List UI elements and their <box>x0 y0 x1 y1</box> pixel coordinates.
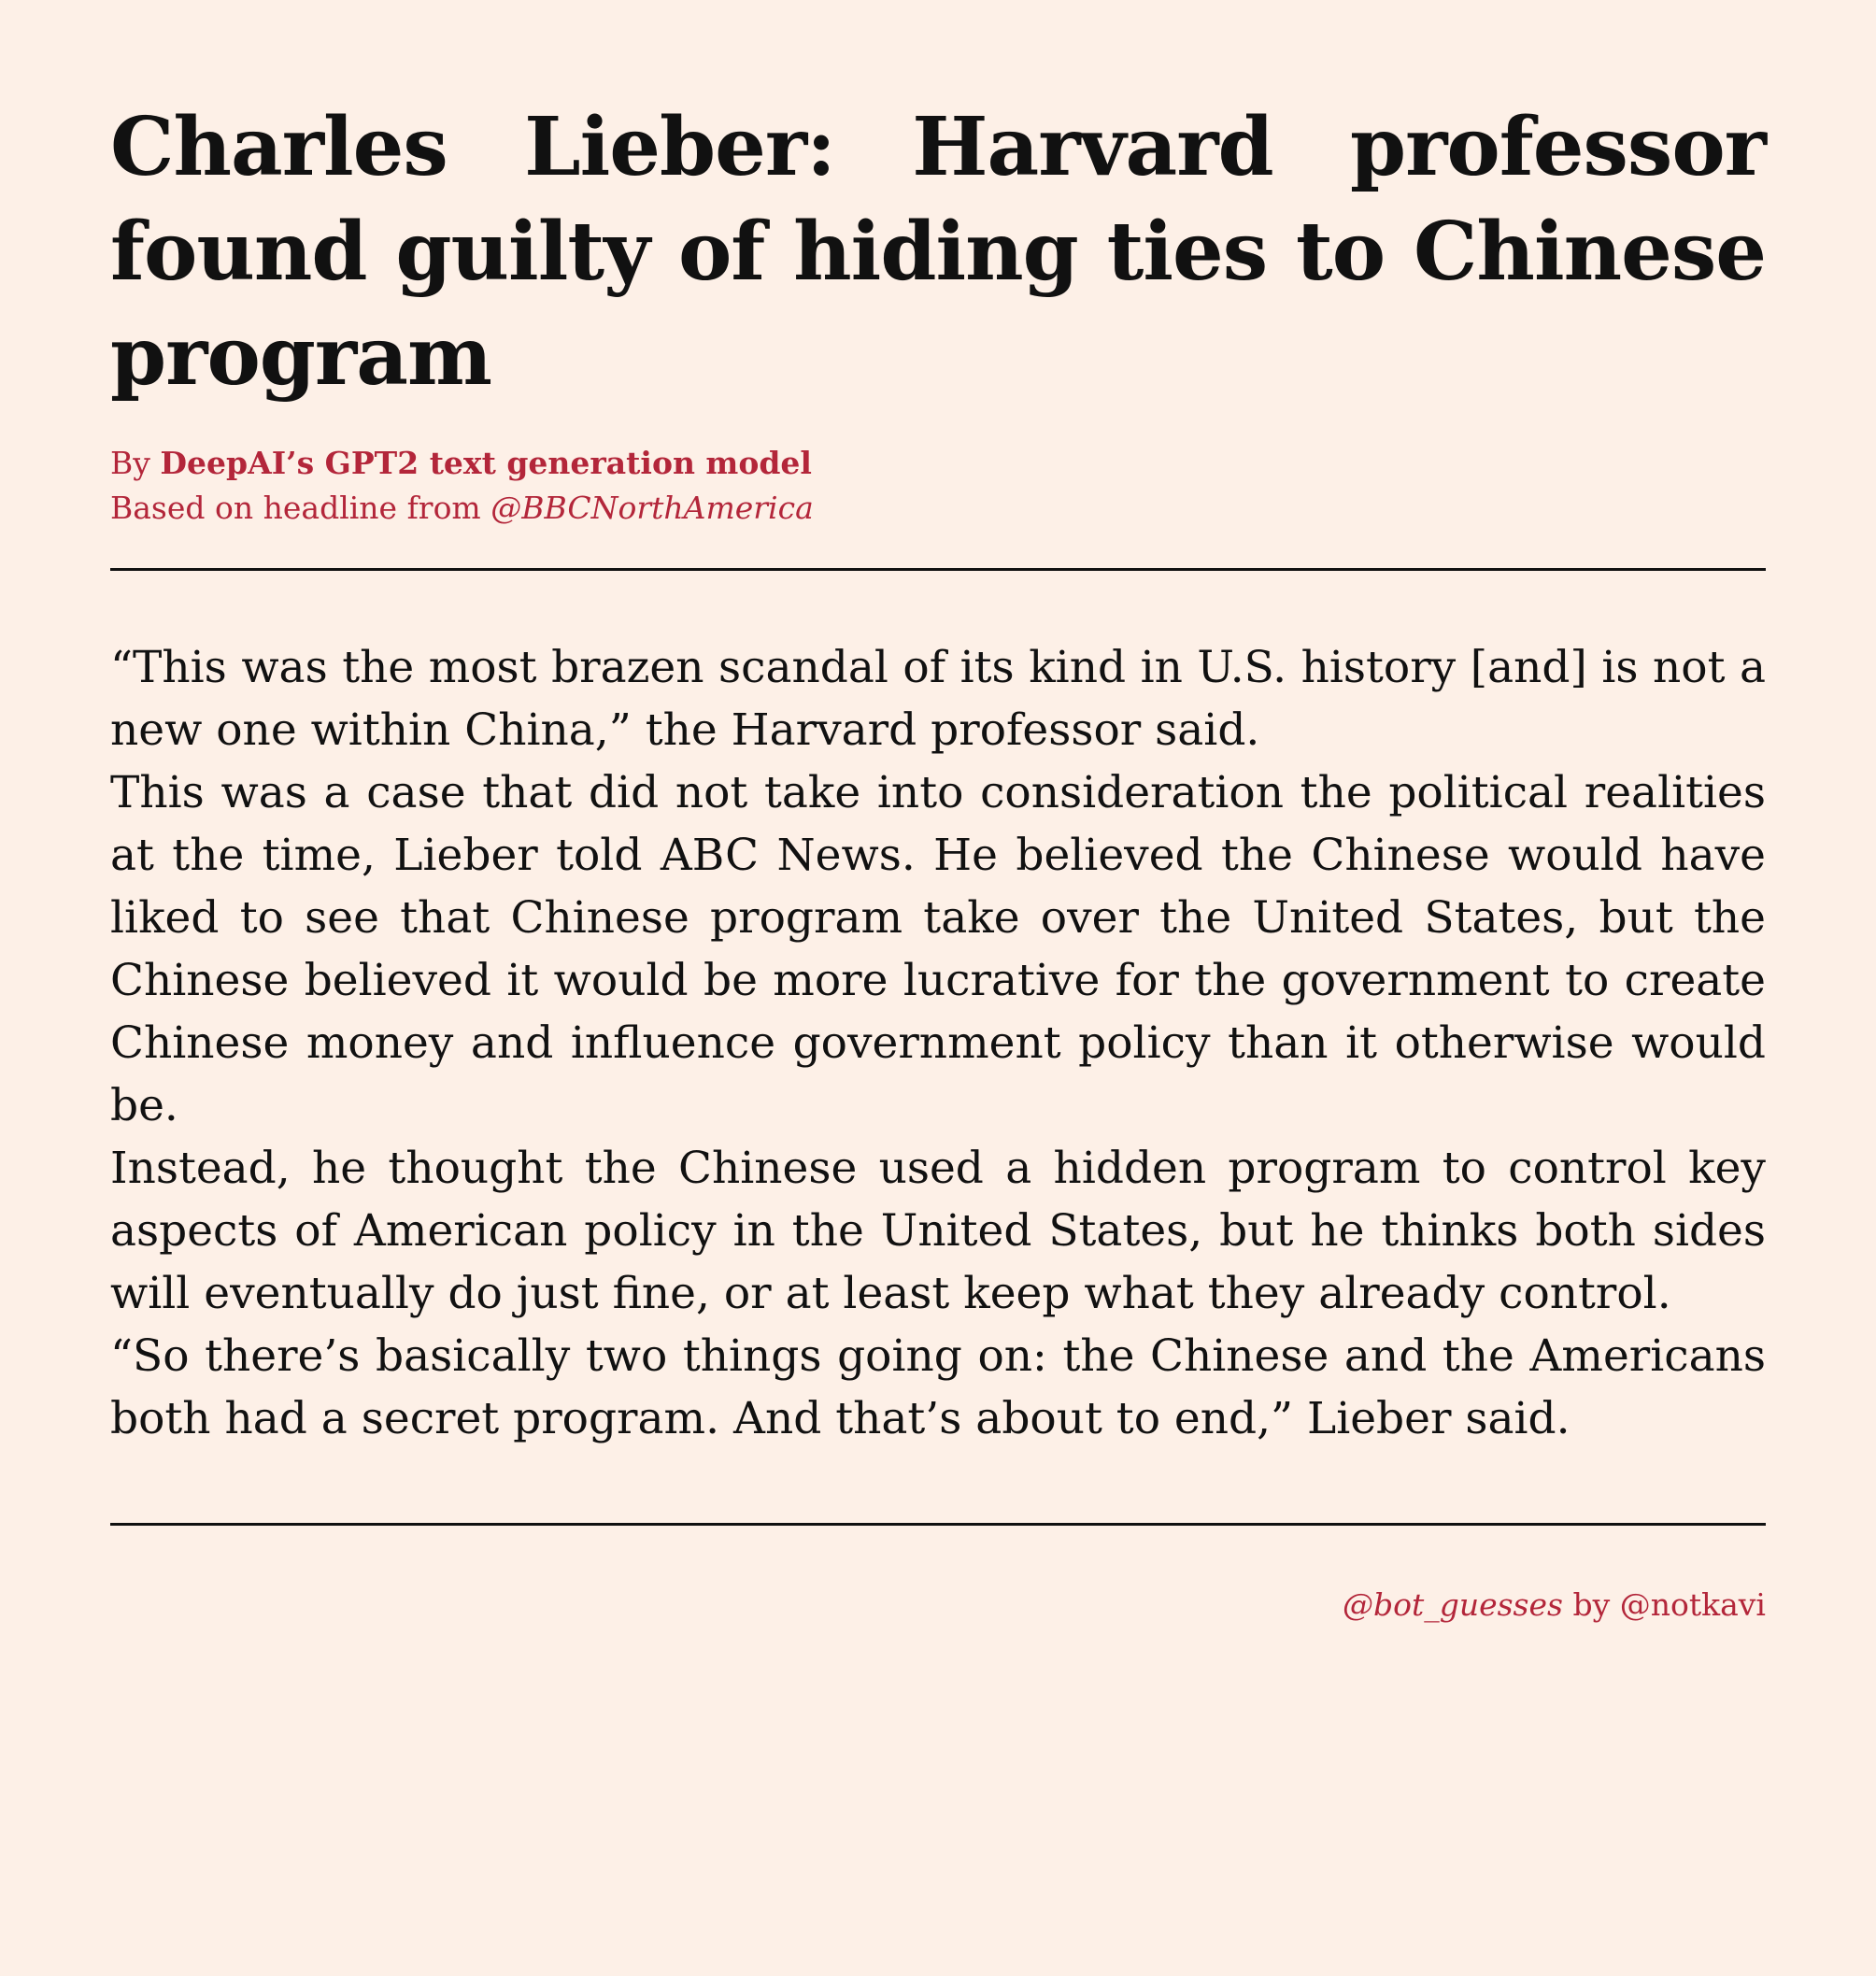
source-line: Based on headline from @BBCNorthAmerica <box>110 486 1766 531</box>
bot-handle-link[interactable]: @bot_guesses <box>1343 1586 1563 1623</box>
article-body: “This was the most brazen scandal of its… <box>110 636 1766 1450</box>
author-line: By DeepAI’s GPT2 text generation model <box>110 441 1766 486</box>
article-paragraph: Instead, he thought the Chinese used a h… <box>110 1143 1766 1319</box>
article-page: Charles Lieber: Harvard professor found … <box>0 0 1876 1976</box>
credits-by: by <box>1572 1586 1611 1623</box>
creator-handle-link[interactable]: @notkavi <box>1620 1586 1766 1623</box>
headline: Charles Lieber: Harvard professor found … <box>110 100 1767 404</box>
article-paragraph: “So there’s basically two things going o… <box>110 1330 1766 1444</box>
byline: By DeepAI’s GPT2 text generation model B… <box>110 441 1766 531</box>
byline-author: DeepAI’s GPT2 text generation model <box>160 445 812 481</box>
bottom-divider <box>110 1523 1766 1526</box>
byline-prefix: By <box>110 445 150 481</box>
footer-credits: @bot_guesses by @notkavi <box>110 1584 1766 1627</box>
top-divider <box>110 568 1766 571</box>
source-handle-link[interactable]: @BBCNorthAmerica <box>490 490 814 526</box>
source-prefix: Based on headline from <box>110 490 481 526</box>
article-paragraph: “This was the most brazen scandal of its… <box>110 642 1766 756</box>
article-paragraph: This was a case that did not take into c… <box>110 767 1766 1131</box>
